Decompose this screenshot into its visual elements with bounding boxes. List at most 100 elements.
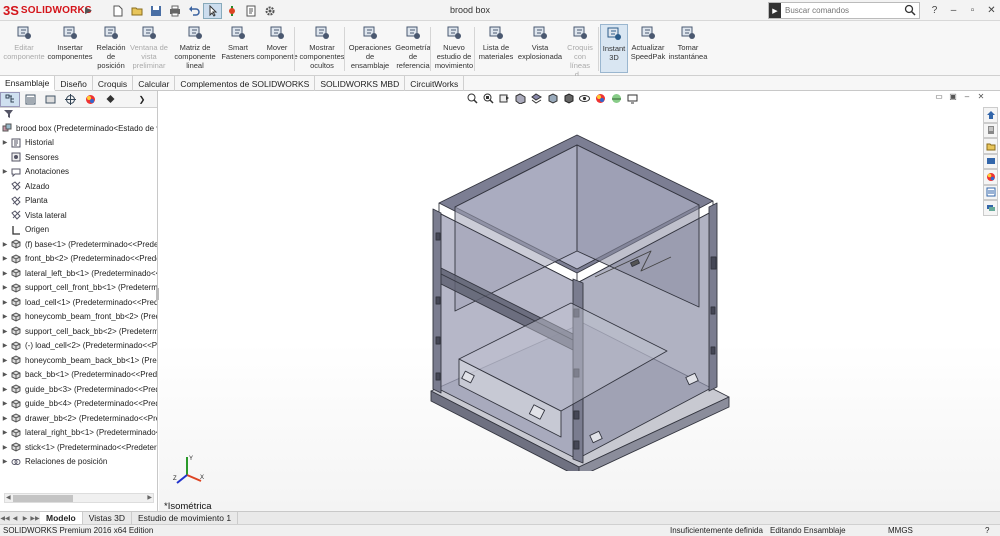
tab-croquis[interactable]: Croquis (93, 76, 134, 91)
bottom-tab-modelo[interactable]: Modelo (40, 512, 83, 524)
tab-complementos-de-solidworks[interactable]: Complementos de SOLIDWORKS (175, 76, 316, 91)
expand-arrow-icon[interactable]: ▶ (0, 139, 10, 146)
expand-arrow-icon[interactable]: ▶ (0, 299, 10, 306)
tree-item[interactable]: ▶ guide_bb<3> (Predeterminado<<Predetermi… (0, 382, 157, 397)
filter-icon[interactable] (4, 109, 14, 121)
configuration-manager-tab-icon[interactable] (40, 92, 60, 107)
expand-arrow-icon[interactable]: ▶ (0, 328, 10, 335)
graphics-area[interactable]: ▭ ▣ – ✕ Y X Z *Isométrica (159, 91, 1000, 512)
custom-properties-icon[interactable] (983, 184, 998, 200)
tree-item[interactable]: ▶ lateral_right_bb<1> (Predeterminado<<Pr… (0, 426, 157, 441)
ribbon-button-snapshot[interactable]: Tomar instantánea (668, 24, 708, 61)
bottom-tab-vistas-3d[interactable]: Vistas 3D (83, 512, 132, 524)
search-input[interactable] (785, 6, 893, 15)
expand-arrow-icon[interactable]: ▶ (0, 270, 10, 277)
ribbon-button-preview-window[interactable]: Ventana de vista preliminar ... (130, 24, 168, 79)
tree-item[interactable]: ▶ Anotaciones (0, 165, 157, 180)
tree-item[interactable]: ▶ stick<1> (Predeterminado<<Predeterminad… (0, 440, 157, 455)
file-properties-icon[interactable] (241, 3, 260, 19)
undo-icon[interactable] (184, 3, 203, 19)
expand-arrow-icon[interactable]: ▶ (0, 371, 10, 378)
ribbon-button-bom[interactable]: Lista de materiales (478, 24, 514, 61)
tree-item[interactable]: Origen (0, 223, 157, 238)
tree-item[interactable]: ▶ lateral_left_bb<1> (Predeterminado<<Pre… (0, 266, 157, 281)
tab-last-icon[interactable]: ▶▶ (30, 515, 40, 522)
tab-diseño[interactable]: Diseño (55, 76, 93, 91)
tab-ensamblaje[interactable]: Ensamblaje (0, 76, 56, 91)
tree-item[interactable]: ▶ Relaciones de posición (0, 455, 157, 470)
zoom-to-fit-icon[interactable] (464, 91, 480, 105)
tree-item[interactable]: ▶ Historial (0, 136, 157, 151)
property-manager-tab-icon[interactable] (20, 92, 40, 107)
viewport-tile-icon[interactable]: ▣ (946, 92, 960, 101)
tab-first-icon[interactable]: ◀◀ (0, 515, 10, 522)
file-explorer-icon[interactable] (983, 138, 998, 154)
tree-item[interactable]: ▶ honeycomb_beam_back_bb<1> (Predetermina… (0, 353, 157, 368)
tree-item[interactable]: ▶ support_cell_front_bb<1> (Predeterminad… (0, 281, 157, 296)
tree-item[interactable]: Vista lateral (0, 208, 157, 223)
expand-arrow-icon[interactable]: ▶ (0, 458, 10, 465)
new-document-icon[interactable] (108, 3, 127, 19)
dynamic-annotation-icon[interactable] (528, 91, 544, 105)
appearances-icon[interactable] (983, 169, 998, 185)
expand-arrow-icon[interactable]: ▶ (0, 429, 10, 436)
expand-arrow-icon[interactable]: ▶ (0, 342, 10, 349)
tree-item[interactable]: ▶ back_bb<1> (Predeterminado<<Predetermin… (0, 368, 157, 383)
select-pointer-icon[interactable] (203, 2, 222, 19)
solidworks-logo[interactable]: 3S SOLIDWORKS (3, 3, 92, 18)
tree-item[interactable]: ▶ (-) load_cell<2> (Predeterminado<<Prede… (0, 339, 157, 354)
ribbon-button-edit-component[interactable]: Editar componente (3, 24, 45, 61)
bottom-tab-estudio-de-movimiento-1[interactable]: Estudio de movimiento 1 (132, 512, 239, 524)
hide-show-items-icon[interactable] (576, 91, 592, 105)
print-icon[interactable] (165, 3, 184, 19)
units-status[interactable]: MMGS (888, 526, 913, 535)
tree-item[interactable]: ▶ front_bb<2> (Predeterminado<<Predetermi… (0, 252, 157, 267)
ribbon-button-move-component[interactable]: Mover componente (256, 24, 298, 61)
expand-arrow-icon[interactable]: ▶ (0, 386, 10, 393)
view-settings-icon[interactable] (624, 91, 640, 105)
expand-arrow-icon[interactable]: ▶ (0, 241, 10, 248)
ribbon-button-show-hidden[interactable]: Mostrar componentes ocultos (299, 24, 345, 70)
tree-horizontal-scrollbar[interactable]: ◀ ▶ (4, 493, 154, 503)
tree-item[interactable]: Sensores (0, 150, 157, 165)
tab-calcular[interactable]: Calcular (133, 76, 176, 91)
panel-expand-icon[interactable]: ❯ (132, 92, 152, 107)
expand-arrow-icon[interactable]: ▶ (0, 313, 10, 320)
expand-arrow-icon[interactable]: ▶ (0, 415, 10, 422)
edit-appearance-icon[interactable] (592, 91, 608, 105)
ribbon-button-smart-fasteners[interactable]: Smart Fasteners (221, 24, 255, 61)
open-icon[interactable] (127, 3, 146, 19)
display-manager-tab-icon[interactable] (80, 92, 100, 107)
tree-item[interactable]: ▶ (f) base<1> (Predeterminado<<Predetermi… (0, 237, 157, 252)
tree-item[interactable]: ▶ support_cell_back_bb<2> (Predeterminado… (0, 324, 157, 339)
view-orientation-icon[interactable] (544, 91, 560, 105)
viewport-close-icon[interactable]: ✕ (974, 92, 988, 101)
display-style-icon[interactable] (560, 91, 576, 105)
apply-scene-icon[interactable] (608, 91, 624, 105)
close-icon[interactable]: ✕ (982, 2, 1000, 18)
options-gear-icon[interactable] (260, 3, 279, 19)
feature-tree-tab-icon[interactable] (0, 91, 20, 107)
viewport-minimize-icon[interactable]: – (960, 92, 974, 101)
ribbon-button-assembly-features[interactable]: Operaciones de ensamblaje (348, 24, 392, 70)
forum-icon[interactable] (983, 200, 998, 216)
cam-tab-icon[interactable] (100, 92, 120, 107)
minimize-icon[interactable]: – (944, 2, 963, 18)
scroll-right-icon[interactable]: ▶ (147, 494, 152, 501)
viewport-restore-icon[interactable]: ▭ (932, 92, 946, 101)
previous-view-icon[interactable] (496, 91, 512, 105)
expand-arrow-icon[interactable]: ▶ (0, 444, 10, 451)
tab-prev-icon[interactable]: ◀ (10, 515, 20, 522)
solidworks-resources-icon[interactable] (983, 107, 998, 123)
status-help-icon[interactable]: ? (985, 526, 989, 535)
tab-circuitworks[interactable]: CircuitWorks (405, 76, 465, 91)
ribbon-button-linear-pattern[interactable]: Matriz de componente lineal (172, 24, 218, 70)
tree-item[interactable]: ▶ guide_bb<4> (Predeterminado<<Predetermi… (0, 397, 157, 412)
tree-item[interactable]: ▶ drawer_bb<2> (Predeterminado<<Predeterm… (0, 411, 157, 426)
tree-item[interactable]: ▶ load_cell<1> (Predeterminado<<Predeterm… (0, 295, 157, 310)
tab-next-icon[interactable]: ▶ (20, 515, 30, 522)
help-icon[interactable]: ? (925, 2, 944, 18)
tree-root-assembly[interactable]: brood box (Predeterminado<Estado de visu… (0, 121, 157, 136)
section-view-icon[interactable] (512, 91, 528, 105)
expand-arrow-icon[interactable]: ▶ (0, 400, 10, 407)
